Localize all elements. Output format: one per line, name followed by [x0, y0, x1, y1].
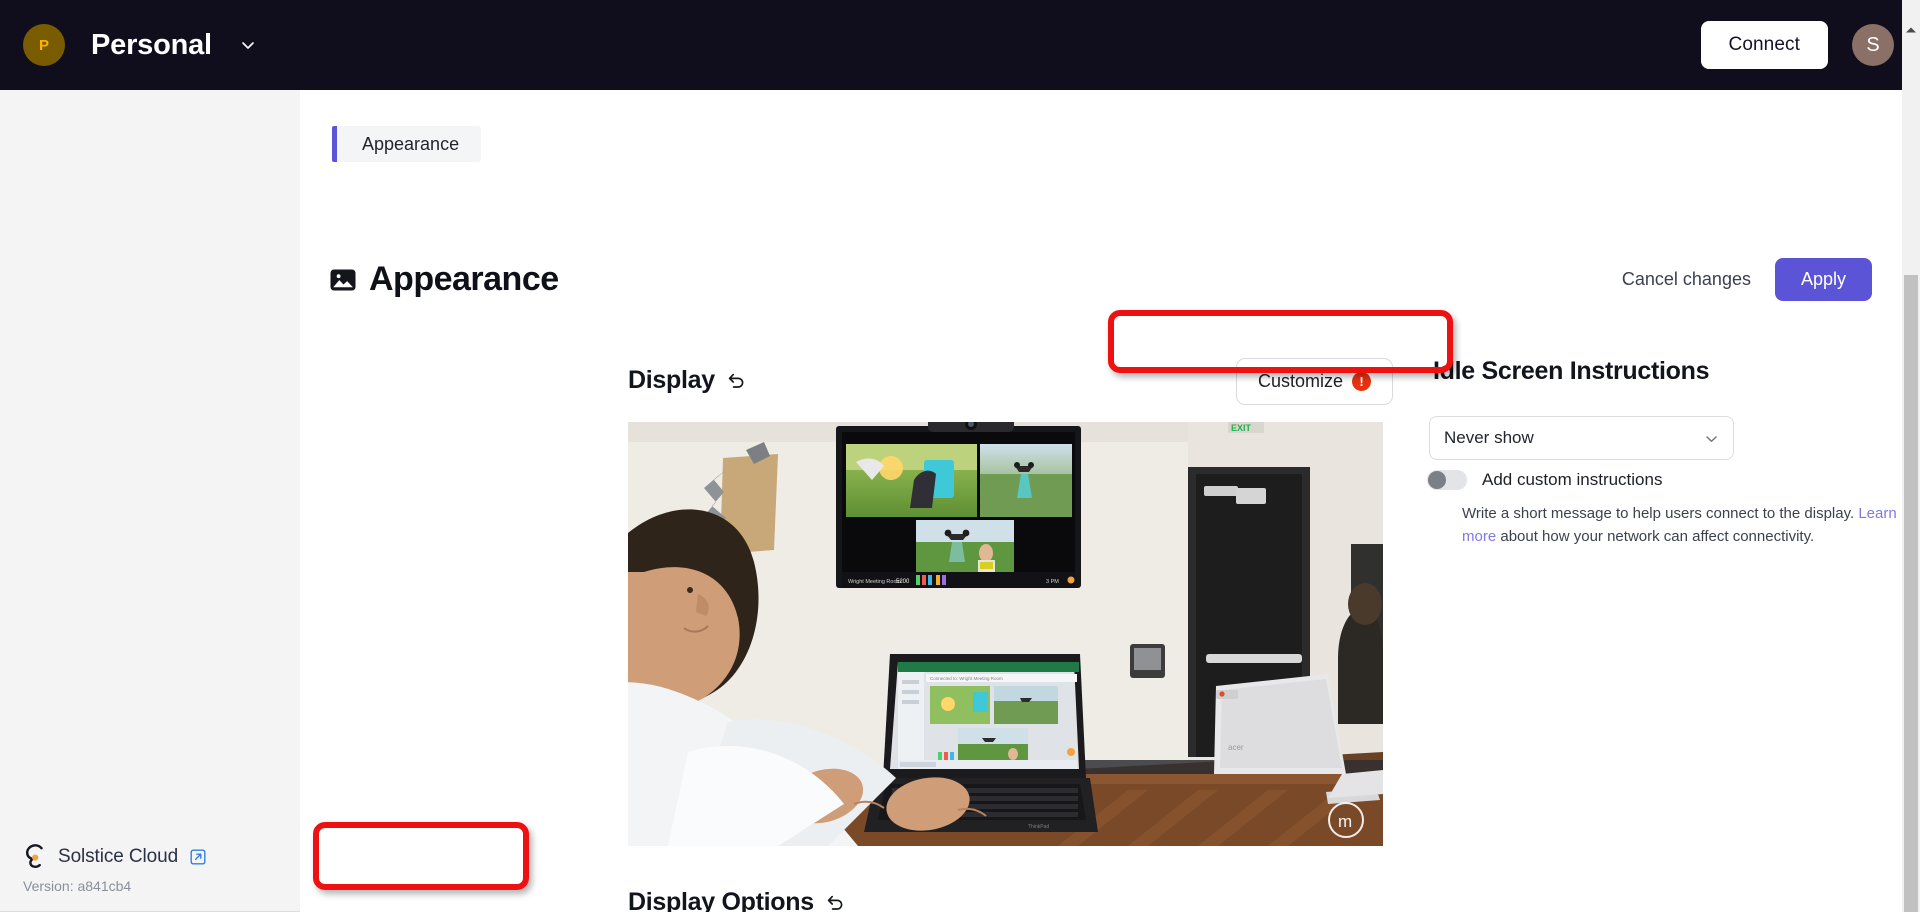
undo-reset-icon[interactable]	[726, 371, 745, 390]
tab-strip: Appearance	[332, 126, 482, 162]
toggle-knob	[1428, 471, 1446, 489]
display-section-title: Display	[628, 366, 715, 394]
caret-up-icon[interactable]	[1905, 26, 1917, 34]
idle-screen-helper-text: Write a short message to help users conn…	[1462, 503, 1920, 548]
chevron-down-icon[interactable]	[240, 37, 256, 53]
cancel-changes-button[interactable]: Cancel changes	[1622, 269, 1751, 290]
tab-appearance-label: Appearance	[362, 133, 460, 154]
idle-screen-select-value: Never show	[1444, 428, 1534, 447]
app-root: P Personal Connect S Solstice Cloud Vers…	[0, 0, 1920, 912]
idle-screen-instructions-title: Idle Screen Instructions	[1433, 357, 1710, 385]
svg-text:Wright Meeting Room: Wright Meeting Room	[848, 579, 902, 585]
display-section-header: Display	[628, 366, 745, 395]
chevron-down-icon	[1706, 435, 1717, 442]
sidebar-brand[interactable]: Solstice Cloud	[24, 844, 206, 870]
page-header-actions: Cancel changes Apply	[1622, 258, 1872, 301]
connect-button[interactable]: Connect	[1700, 21, 1828, 69]
main-content: Appearance Appearance Cancel changes App…	[300, 90, 1920, 912]
display-options-title: Display Options	[628, 888, 814, 912]
helper-suffix: about how your network can affect connec…	[1496, 527, 1815, 545]
vertical-scrollbar[interactable]	[1902, 90, 1920, 912]
customize-button[interactable]: Customize !	[1236, 358, 1394, 405]
customize-button-label: Customize	[1258, 371, 1344, 391]
top-bar: P Personal Connect S	[0, 0, 1920, 90]
svg-text:3 PM: 3 PM	[1046, 579, 1059, 585]
display-preview-image: EXIT Wright Meeting Room 5200 3 PM acer …	[628, 422, 1383, 846]
external-link-icon[interactable]	[190, 849, 206, 865]
svg-text:ThinkPad: ThinkPad	[1028, 824, 1049, 830]
image-photo-icon	[330, 269, 356, 290]
left-sidebar: Solstice Cloud Version: a841cb4	[0, 90, 300, 912]
toggle-label-add-custom-instructions: Add custom instructions	[1482, 470, 1663, 489]
page-title: Appearance	[369, 260, 559, 298]
display-options-header: Display Options	[628, 888, 844, 912]
org-name: Personal	[91, 28, 212, 61]
scrollbar-thumb[interactable]	[1904, 275, 1918, 912]
svg-text:acer: acer	[1228, 743, 1244, 752]
sidebar-brand-label: Solstice Cloud	[58, 846, 179, 867]
apply-button[interactable]: Apply	[1774, 258, 1872, 301]
svg-text:m: m	[1338, 812, 1352, 831]
solstice-s-logo-icon	[25, 844, 43, 869]
toggle-row-add-custom-instructions[interactable]: Add custom instructions	[1427, 470, 1662, 490]
idle-screen-select[interactable]: Never show	[1429, 416, 1734, 460]
tab-appearance[interactable]: Appearance	[332, 126, 482, 162]
svg-text:Connected to: Wright Meeting R: Connected to: Wright Meeting Room	[930, 676, 1003, 681]
scrollbar-up-region	[1902, 0, 1920, 90]
warning-badge-icon: !	[1352, 372, 1372, 391]
user-avatar[interactable]: S	[1852, 24, 1894, 66]
undo-reset-icon[interactable]	[825, 893, 844, 912]
svg-text:5200: 5200	[896, 579, 910, 585]
svg-text:EXIT: EXIT	[1231, 423, 1252, 433]
page-header: Appearance Cancel changes Apply	[330, 258, 1872, 301]
version-label: Version: a841cb4	[23, 878, 132, 894]
toggle-add-custom-instructions[interactable]	[1427, 470, 1467, 490]
org-avatar: P	[23, 24, 65, 66]
helper-prefix: Write a short message to help users conn…	[1462, 505, 1859, 522]
top-bar-right: Connect S	[1700, 21, 1894, 69]
